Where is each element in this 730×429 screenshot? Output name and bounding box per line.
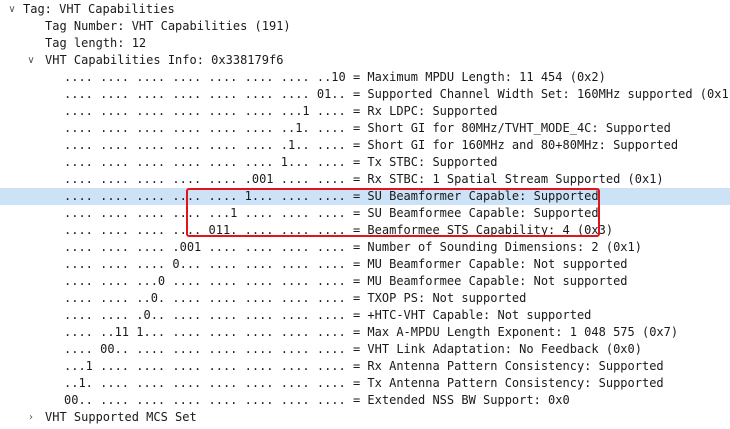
tag-node[interactable]: ∨ Tag: VHT Capabilities	[0, 1, 730, 18]
field-text: .... .... .... 0... .... .... .... .... …	[64, 257, 628, 271]
field-row[interactable]: .... .... .... .... ...1 .... .... .... …	[0, 205, 730, 222]
field-text: .... .... ..0. .... .... .... .... .... …	[64, 291, 527, 305]
field-row[interactable]: .... .... .... .... .... .... 1... .... …	[0, 154, 730, 171]
field-row[interactable]: .... .... .... .... .... 1... .... .... …	[0, 188, 730, 205]
field-row[interactable]: .... ..11 1... .... .... .... .... .... …	[0, 324, 730, 341]
field-row[interactable]: .... 00.. .... .... .... .... .... .... …	[0, 341, 730, 358]
field-text: .... 00.. .... .... .... .... .... .... …	[64, 342, 642, 356]
field-row[interactable]: ..1. .... .... .... .... .... .... .... …	[0, 375, 730, 392]
field-row[interactable]: .... .... .... .001 .... .... .... .... …	[0, 239, 730, 256]
tag-length-row[interactable]: Tag length: 12	[0, 35, 730, 52]
tag-number-label: Tag Number: VHT Capabilities (191)	[45, 19, 291, 33]
field-row[interactable]: .... .... .... .... .... .... ..1. .... …	[0, 120, 730, 137]
vht-info-node[interactable]: ∨ VHT Capabilities Info: 0x338179f6	[0, 52, 730, 69]
field-row[interactable]: .... .... .... 0... .... .... .... .... …	[0, 256, 730, 273]
field-text: .... .... .0.. .... .... .... .... .... …	[64, 308, 592, 322]
field-text: .... .... .... .... .... .... 1... .... …	[64, 155, 498, 169]
field-text: ...1 .... .... .... .... .... .... .... …	[64, 359, 664, 373]
field-row[interactable]: .... .... .... .... .... .... ...1 .... …	[0, 103, 730, 120]
field-row[interactable]: 00.. .... .... .... .... .... .... .... …	[0, 392, 730, 409]
chevron-down-icon[interactable]: ∨	[25, 52, 37, 69]
chevron-right-icon[interactable]: ›	[25, 409, 37, 426]
chevron-down-icon[interactable]: ∨	[6, 1, 18, 18]
vht-info-label: VHT Capabilities Info: 0x338179f6	[45, 53, 284, 67]
field-text: .... ..11 1... .... .... .... .... .... …	[64, 325, 679, 339]
field-row[interactable]: .... .... .0.. .... .... .... .... .... …	[0, 307, 730, 324]
tag-number-row[interactable]: Tag Number: VHT Capabilities (191)	[0, 18, 730, 35]
field-row[interactable]: .... .... .... .... .... .... .... ..10 …	[0, 69, 730, 86]
field-text: .... .... .... .... .... 1... .... .... …	[64, 189, 599, 203]
mcs-set-node[interactable]: › VHT Supported MCS Set	[0, 409, 730, 426]
field-text: .... .... ...0 .... .... .... .... .... …	[64, 274, 628, 288]
field-text: .... .... .... .... .... .... .1.. .... …	[64, 138, 679, 152]
field-text: .... .... .... .... .... .... ...1 .... …	[64, 104, 498, 118]
tag-label: Tag: VHT Capabilities	[23, 2, 175, 16]
field-row[interactable]: .... .... ..0. .... .... .... .... .... …	[0, 290, 730, 307]
field-row[interactable]: .... .... .... .... .... .... .1.. .... …	[0, 137, 730, 154]
field-text: .... .... .... .... .... .... ..1. .... …	[64, 121, 671, 135]
field-text: .... .... .... .... 011. .... .... .... …	[64, 223, 614, 237]
field-row[interactable]: ...1 .... .... .... .... .... .... .... …	[0, 358, 730, 375]
tag-length-label: Tag length: 12	[45, 36, 147, 50]
field-text: .... .... .... .... .... .001 .... .... …	[64, 172, 664, 186]
field-text: .... .... .... .... .... .... .... ..10 …	[64, 70, 606, 84]
field-text: 00.. .... .... .... .... .... .... .... …	[64, 393, 570, 407]
field-text: .... .... .... .... ...1 .... .... .... …	[64, 206, 599, 220]
field-text: ..1. .... .... .... .... .... .... .... …	[64, 376, 664, 390]
field-text: .... .... .... .001 .... .... .... .... …	[64, 240, 642, 254]
field-text: .... .... .... .... .... .... .... 01.. …	[64, 87, 730, 101]
field-row[interactable]: .... .... ...0 .... .... .... .... .... …	[0, 273, 730, 290]
field-row[interactable]: .... .... .... .... .... .001 .... .... …	[0, 171, 730, 188]
field-row[interactable]: .... .... .... .... .... .... .... 01.. …	[0, 86, 730, 103]
mcs-set-label: VHT Supported MCS Set	[45, 410, 197, 424]
field-row[interactable]: .... .... .... .... 011. .... .... .... …	[0, 222, 730, 239]
